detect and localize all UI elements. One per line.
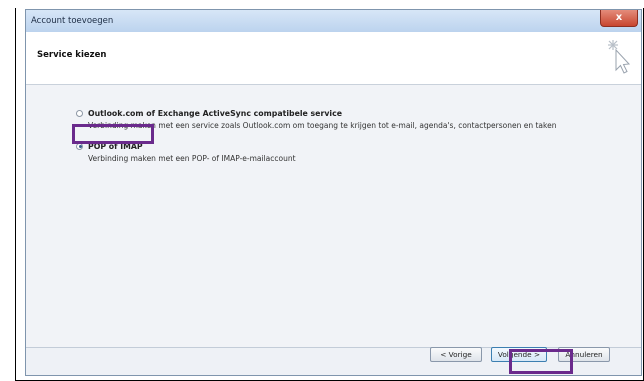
next-button-highlight [509, 349, 573, 374]
option-exchange-label[interactable]: Outlook.com of Exchange ActiveSync compa… [88, 109, 342, 118]
pop-imap-highlight [72, 124, 154, 144]
page-title: Service kiezen [37, 50, 107, 60]
option-pop-imap-description: Verbinding maken met een POP- of IMAP-e-… [88, 154, 296, 163]
title-bar: Account toevoegen x [26, 10, 641, 33]
back-button[interactable]: < Vorige [430, 347, 482, 362]
option-exchange-description: Verbinding maken met een service zoals O… [88, 121, 557, 130]
dialog-window: Account toevoegen x Service kiezen Outlo… [25, 9, 642, 376]
footer-divider [26, 347, 641, 348]
window-title: Account toevoegen [31, 16, 114, 26]
radio-exchange[interactable] [76, 109, 83, 117]
wizard-cursor-icon [608, 40, 631, 74]
close-button[interactable]: x [600, 10, 638, 27]
wizard-header: Service kiezen [26, 32, 641, 85]
